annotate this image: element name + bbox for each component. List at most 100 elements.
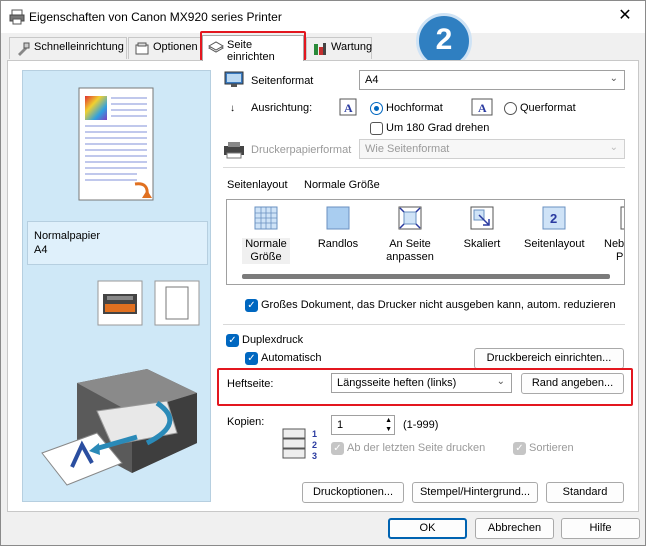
- copies-range-label: (1-999): [403, 419, 439, 431]
- spinner-arrows-icon[interactable]: ▲ ▼: [385, 416, 392, 434]
- printer-paper-select[interactable]: Wie Seitenformat ⌄: [359, 139, 625, 159]
- page-layout-label: Seitenlayout: [227, 179, 288, 191]
- duplex-printer-illustration: [41, 369, 197, 486]
- tab-maintenance[interactable]: Wartung: [306, 37, 372, 59]
- copies-value: 1: [337, 419, 344, 431]
- duplex-label: Duplexdruck: [242, 334, 304, 346]
- quick-setup-icon: [18, 42, 30, 56]
- rotate-180-checkbox[interactable]: [370, 122, 383, 135]
- staple-label: Heftseite:: [227, 378, 274, 390]
- chevron-down-icon: ⌄: [496, 376, 505, 387]
- staple-side-value: Längsseite heften (links): [337, 377, 457, 389]
- page-format-select[interactable]: A4 ⌄: [359, 70, 625, 90]
- layout-label: Neb: [604, 238, 625, 250]
- printer-icon: [9, 9, 25, 25]
- layout-label: Skaliert: [463, 238, 501, 250]
- layout-page-layout[interactable]: 2 Seitenlayout: [524, 200, 585, 270]
- arrow-down-icon: ↓: [230, 103, 235, 114]
- page-layout-list[interactable]: Normale Größe Randlos An Seite anpassen: [226, 199, 625, 285]
- divider: [223, 167, 625, 168]
- copies-label: Kopien:: [227, 416, 265, 428]
- svg-text:2: 2: [312, 440, 317, 450]
- tab-label: Optionen: [153, 41, 198, 53]
- page-format-value: A4: [365, 74, 379, 86]
- portrait-radio[interactable]: [370, 102, 383, 115]
- tab-options[interactable]: Optionen: [128, 37, 201, 59]
- layout-scaled[interactable]: Skaliert: [452, 200, 512, 270]
- normal-size-icon: [254, 206, 278, 230]
- layout-label: Normale: [245, 238, 287, 250]
- margin-button[interactable]: Rand angeben...: [521, 373, 624, 394]
- duplex-checkbox[interactable]: ✓: [226, 334, 239, 347]
- svg-text:A: A: [344, 101, 353, 115]
- tab-label: Wartung: [331, 41, 373, 53]
- divider: [223, 324, 625, 325]
- last-page-checkbox[interactable]: ✓: [331, 442, 344, 455]
- default-button[interactable]: Standard: [546, 482, 624, 503]
- layout-fit-to-page[interactable]: An Seite anpassen: [380, 200, 440, 270]
- media-info-box: Normalpapier A4: [27, 221, 208, 265]
- page-layout-icon-digit: 2: [550, 211, 557, 226]
- chevron-down-icon: ⌄: [609, 142, 618, 153]
- collate-label: Sortieren: [529, 442, 574, 454]
- media-size-label: A4: [34, 244, 48, 256]
- cancel-button[interactable]: Abbrechen: [475, 518, 554, 539]
- landscape-radio[interactable]: [504, 102, 517, 115]
- page-format-label: Seitenformat: [251, 75, 314, 87]
- help-button[interactable]: Hilfe: [561, 518, 640, 539]
- layout-label: Randlos: [317, 238, 359, 250]
- title-bar: Eigenschaften von Canon MX920 series Pri…: [1, 1, 645, 33]
- window-title: Eigenschaften von Canon MX920 series Pri…: [29, 10, 282, 24]
- scaled-icon: [470, 206, 494, 230]
- layout-label: anpassen: [386, 251, 434, 263]
- monitor-icon: [224, 71, 244, 87]
- printer-properties-dialog: Eigenschaften von Canon MX920 series Pri…: [0, 0, 646, 546]
- layout-side-by-side[interactable]: Neb P: [596, 200, 625, 270]
- close-button[interactable]: ✕: [615, 6, 635, 26]
- auto-duplex-checkbox[interactable]: ✓: [245, 352, 258, 365]
- layout-label: An Seite: [389, 238, 431, 250]
- printer-paper-label: Druckerpapierformat: [251, 144, 352, 156]
- svg-text:1: 1: [312, 429, 317, 439]
- page-layout-icon: 2: [542, 206, 566, 230]
- tab-label: Seite einrichten: [227, 39, 275, 63]
- staple-side-select[interactable]: Längsseite heften (links) ⌄: [331, 373, 512, 393]
- preview-pane: Normalpapier A4: [22, 70, 211, 502]
- print-options-button[interactable]: Druckoptionen...: [302, 482, 404, 503]
- horizontal-scrollbar[interactable]: [242, 274, 610, 279]
- auto-duplex-label: Automatisch: [261, 352, 322, 364]
- svg-text:A: A: [478, 101, 487, 115]
- copies-stack-icon: 1 2 3: [282, 428, 317, 461]
- page-stack-icon: [208, 41, 224, 53]
- tab-page-setup[interactable]: Seite einrichten: [202, 35, 304, 63]
- layout-label: Größe: [250, 251, 282, 263]
- stamp-background-button[interactable]: Stempel/Hintergrund...: [412, 482, 538, 503]
- large-doc-label: Großes Dokument, das Drucker nicht ausge…: [261, 299, 616, 311]
- tab-quick-setup[interactable]: Schnelleinrichtung: [9, 37, 127, 59]
- fit-to-page-icon: [398, 206, 422, 230]
- ok-button[interactable]: OK: [388, 518, 467, 539]
- print-area-button[interactable]: Druckbereich einrichten...: [474, 348, 624, 369]
- svg-text:3: 3: [312, 451, 317, 461]
- collate-checkbox[interactable]: ✓: [513, 442, 526, 455]
- portrait-icon: A: [339, 98, 357, 116]
- landscape-icon: A: [471, 98, 493, 116]
- media-type-label: Normalpapier: [34, 230, 101, 242]
- options-icon: [135, 42, 149, 55]
- paper-source-cassette-icon[interactable]: [97, 280, 143, 326]
- orientation-label: Ausrichtung:: [251, 102, 313, 114]
- copies-input[interactable]: 1 ▲ ▼: [331, 415, 395, 435]
- maintenance-icon: [314, 43, 326, 55]
- layout-label: Seitenlayout: [524, 238, 585, 250]
- paper-sheet-icon[interactable]: [154, 280, 200, 326]
- layout-borderless[interactable]: Randlos: [308, 200, 368, 270]
- large-doc-checkbox[interactable]: ✓: [245, 299, 258, 312]
- layout-normal-size[interactable]: Normale Größe: [236, 200, 296, 270]
- tab-strip: Schnelleinrichtung Optionen Seite einric…: [1, 35, 645, 63]
- tab-label: Schnelleinrichtung: [34, 41, 124, 53]
- rotate-180-label: Um 180 Grad drehen: [386, 122, 490, 134]
- portrait-label: Hochformat: [386, 102, 443, 114]
- side-by-side-icon: [620, 206, 624, 230]
- page-preview-icon: [78, 87, 154, 201]
- landscape-label: Querformat: [520, 102, 576, 114]
